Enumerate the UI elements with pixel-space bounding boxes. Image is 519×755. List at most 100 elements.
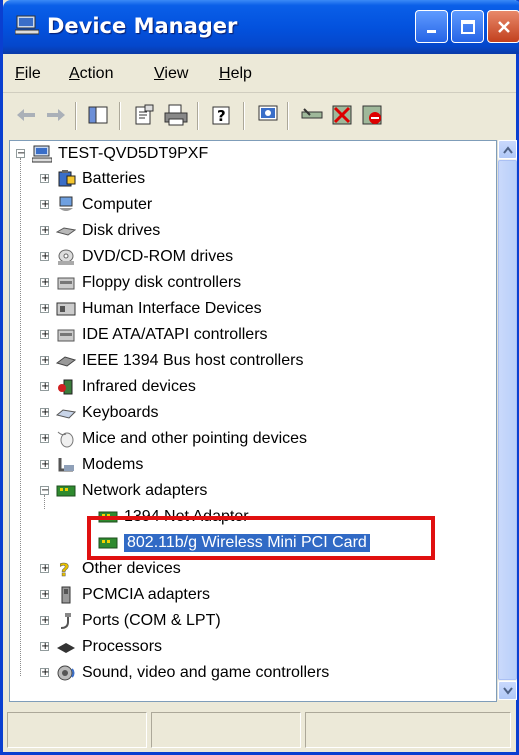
update-driver-icon — [301, 108, 323, 119]
back-icon — [17, 109, 35, 121]
device-manager-window: Device Manager File Action View Help ? −… — [0, 0, 519, 755]
menu-action[interactable]: Action — [69, 65, 113, 83]
menu-view[interactable]: View — [154, 65, 188, 83]
minimize-icon — [426, 29, 436, 33]
tree-item-ports[interactable]: Ports (COM & LPT) — [56, 608, 221, 633]
expand-toggle[interactable]: + — [40, 226, 49, 236]
tree-item-ide[interactable]: IDE ATA/ATAPI controllers — [56, 322, 268, 347]
tree-item-keyboards[interactable]: Keyboards — [56, 400, 159, 425]
infrared-icon — [58, 379, 73, 394]
tree-item-ieee1394[interactable]: IEEE 1394 Bus host controllers — [56, 348, 303, 373]
tree-item-infrared[interactable]: Infrared devices — [56, 374, 196, 399]
battery-icon — [58, 169, 76, 186]
expand-toggle[interactable]: + — [40, 590, 49, 600]
title-bar[interactable]: Device Manager — [3, 0, 519, 54]
maximize-icon — [460, 19, 475, 34]
expand-toggle[interactable]: + — [40, 356, 49, 366]
status-bar — [3, 706, 516, 752]
dvd-icon — [58, 249, 74, 265]
expand-toggle[interactable]: + — [40, 616, 49, 626]
close-button[interactable] — [487, 10, 519, 43]
hid-icon — [56, 302, 76, 315]
keyboard-icon — [56, 408, 76, 419]
help-button[interactable]: ? — [209, 102, 235, 128]
disable-icon — [362, 105, 382, 125]
expand-toggle[interactable]: + — [40, 408, 49, 418]
expand-toggle[interactable]: + — [40, 642, 49, 652]
forward-button[interactable] — [43, 102, 69, 128]
computer-icon — [59, 196, 73, 211]
toolbar: ? — [3, 94, 516, 138]
tree-item-batteries[interactable]: Batteries — [56, 166, 145, 191]
tree-item-1394-net-adapter[interactable]: 1394 Net Adapter — [98, 504, 249, 529]
tree-item-wireless-card[interactable]: 802.11b/g Wireless Mini PCI Card — [98, 530, 370, 555]
ide-icon — [57, 329, 75, 341]
show-hide-tree-icon — [88, 106, 108, 124]
tree-item-processors[interactable]: Processors — [56, 634, 162, 659]
expand-toggle[interactable]: + — [40, 460, 49, 470]
root-collapse-toggle[interactable]: − — [16, 149, 25, 159]
show-hide-tree-button[interactable] — [85, 102, 111, 128]
maximize-button[interactable] — [451, 10, 484, 43]
firewire-icon — [56, 355, 76, 367]
tree-item-network-adapters[interactable]: Network adapters — [56, 478, 207, 503]
tree-item-hid[interactable]: Human Interface Devices — [56, 296, 262, 321]
tree-item-other-devices[interactable]: ? Other devices — [56, 556, 181, 581]
vertical-scrollbar[interactable] — [497, 140, 517, 700]
collapse-toggle[interactable]: − — [40, 486, 49, 496]
mouse-icon — [57, 431, 74, 447]
tree-item-disk-drives[interactable]: Disk drives — [56, 218, 160, 243]
scan-hardware-button[interactable] — [255, 102, 281, 128]
svg-text:?: ? — [217, 107, 226, 125]
scroll-up-button[interactable] — [498, 140, 517, 159]
svg-text:?: ? — [59, 560, 69, 578]
disable-button[interactable] — [359, 102, 385, 128]
expand-toggle[interactable]: + — [40, 564, 49, 574]
expand-toggle[interactable]: + — [40, 330, 49, 340]
uninstall-icon — [332, 105, 352, 125]
help-icon: ? — [212, 106, 230, 125]
device-tree-panel: − TEST-QVD5DT9PXF + Batteries + Computer… — [9, 140, 497, 702]
scan-hardware-icon — [258, 105, 278, 121]
device-manager-icon — [15, 15, 39, 35]
computer-root-icon — [32, 145, 52, 162]
tree-root[interactable]: TEST-QVD5DT9PXF — [32, 141, 208, 166]
expand-toggle[interactable]: + — [40, 278, 49, 288]
back-button[interactable] — [13, 102, 39, 128]
status-cell — [151, 712, 301, 748]
tree-item-computer[interactable]: Computer — [56, 192, 152, 217]
tree-item-sound[interactable]: Sound, video and game controllers — [56, 660, 329, 685]
expand-toggle[interactable]: + — [40, 434, 49, 444]
scroll-thumb[interactable] — [498, 160, 517, 680]
minimize-button[interactable] — [415, 10, 448, 43]
modem-icon — [58, 457, 74, 471]
disk-drive-icon — [56, 226, 76, 236]
menu-help[interactable]: Help — [219, 65, 252, 83]
status-cell — [305, 712, 511, 748]
print-button[interactable] — [163, 102, 189, 128]
expand-toggle[interactable]: + — [40, 382, 49, 392]
pcmcia-icon — [61, 586, 71, 603]
properties-button[interactable] — [131, 102, 157, 128]
expand-toggle[interactable]: + — [40, 668, 49, 678]
port-icon — [60, 612, 71, 629]
tree-item-pcmcia[interactable]: PCMCIA adapters — [56, 582, 210, 607]
tree-item-floppy[interactable]: Floppy disk controllers — [56, 270, 241, 295]
expand-toggle[interactable]: + — [40, 200, 49, 210]
update-driver-button[interactable] — [299, 102, 325, 128]
tree-item-dvd-cd-rom[interactable]: DVD/CD-ROM drives — [56, 244, 233, 269]
print-icon — [164, 104, 188, 126]
status-cell — [7, 712, 147, 748]
forward-icon — [47, 109, 65, 121]
menu-file[interactable]: File — [15, 65, 41, 83]
tree-item-modems[interactable]: Modems — [56, 452, 143, 477]
close-icon — [497, 20, 510, 33]
expand-toggle[interactable]: + — [40, 174, 49, 184]
expand-toggle[interactable]: + — [40, 304, 49, 314]
network-adapter-icon — [98, 511, 118, 522]
expand-toggle[interactable]: + — [40, 252, 49, 262]
uninstall-button[interactable] — [329, 102, 355, 128]
tree-item-mice[interactable]: Mice and other pointing devices — [56, 426, 307, 451]
scroll-down-button[interactable] — [498, 681, 517, 700]
window-title: Device Manager — [47, 14, 238, 38]
